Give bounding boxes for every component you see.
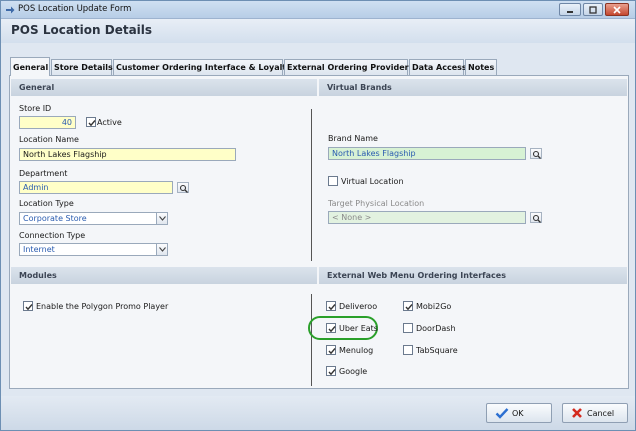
section-modules: Modules [11, 267, 317, 284]
doordash-label: DoorDash [416, 324, 456, 333]
checkmark-icon [328, 369, 336, 376]
department-lookup-button[interactable] [177, 182, 189, 193]
column-divider-top [311, 109, 312, 261]
checkmark-icon [25, 304, 33, 311]
location-name-field[interactable]: North Lakes Flagship [19, 148, 236, 161]
department-label: Department [19, 169, 68, 178]
minimize-icon [567, 10, 573, 13]
tabsquare-checkbox[interactable] [403, 345, 413, 355]
tab-customer-ordering[interactable]: Customer Ordering Interface & Loyalty [113, 59, 291, 75]
location-type-dropdown-button[interactable] [156, 212, 168, 225]
connection-type-label: Connection Type [19, 231, 86, 240]
tab-store-details[interactable]: Store Details [51, 59, 113, 75]
brand-lookup-button[interactable] [530, 148, 542, 159]
uber-eats-checkbox[interactable] [326, 323, 336, 333]
google-checkbox[interactable] [326, 366, 336, 376]
checkmark-icon [88, 120, 96, 127]
general-tab-content: General Virtual Brands Store ID 40 Activ… [9, 75, 629, 389]
tab-data-access[interactable]: Data Access [409, 59, 467, 75]
tabsquare-label: TabSquare [416, 346, 458, 355]
cancel-button[interactable]: Cancel [562, 403, 628, 423]
column-divider-bottom [311, 294, 312, 386]
deliveroo-checkbox[interactable] [326, 301, 336, 311]
target-physical-location-label: Target Physical Location [328, 199, 425, 208]
tab-external-ordering[interactable]: External Ordering Providers [284, 59, 413, 75]
title-bar[interactable]: POS Location Update Form [1, 1, 635, 19]
pos-location-update-window: POS Location Update Form POS Location De… [0, 0, 636, 431]
brand-name-label: Brand Name [328, 134, 378, 143]
checkmark-icon [405, 304, 413, 311]
virtual-location-checkbox[interactable] [328, 176, 338, 186]
target-physical-location-field[interactable]: < None > [328, 211, 526, 224]
menulog-label: Menulog [339, 346, 374, 355]
deliveroo-label: Deliveroo [339, 302, 378, 311]
target-location-lookup-button[interactable] [530, 212, 542, 223]
tab-general[interactable]: General [10, 57, 50, 76]
google-label: Google [339, 367, 368, 376]
close-icon [613, 5, 621, 14]
window-title: POS Location Update Form [18, 4, 132, 14]
menulog-checkbox[interactable] [326, 345, 336, 355]
active-checkbox[interactable] [86, 117, 96, 127]
tab-notes[interactable]: Notes [465, 59, 497, 75]
form-header: POS Location Details [1, 19, 635, 43]
section-general: General [11, 79, 317, 96]
doordash-checkbox[interactable] [403, 323, 413, 333]
mobi2go-label: Mobi2Go [416, 302, 452, 311]
checkmark-icon [328, 326, 336, 333]
minimize-button[interactable] [559, 3, 581, 16]
polygon-promo-label: Enable the Polygon Promo Player [36, 302, 169, 311]
active-label: Active [97, 118, 122, 127]
checkmark-icon [495, 408, 509, 419]
page-title: POS Location Details [11, 23, 153, 37]
checkmark-icon [328, 304, 336, 311]
polygon-promo-checkbox[interactable] [23, 301, 33, 311]
uber-eats-label: Uber Eats [339, 324, 378, 333]
section-virtual-brands: Virtual Brands [319, 79, 627, 96]
close-icon [572, 408, 582, 418]
maximize-button[interactable] [583, 3, 603, 16]
search-icon [179, 184, 188, 193]
connection-type-dropdown-button[interactable] [156, 243, 168, 256]
section-external-web-menu: External Web Menu Ordering Interfaces [319, 267, 627, 284]
search-icon [532, 214, 541, 223]
chevron-down-icon [159, 216, 166, 221]
store-id-field[interactable]: 40 [19, 116, 76, 129]
app-arrow-icon [5, 5, 15, 15]
ok-button[interactable]: OK [486, 403, 552, 423]
close-button[interactable] [605, 3, 629, 16]
dialog-footer: OK Cancel [1, 396, 635, 430]
location-type-select[interactable]: Corporate Store [19, 212, 164, 225]
search-icon [532, 150, 541, 159]
mobi2go-checkbox[interactable] [403, 301, 413, 311]
location-type-label: Location Type [19, 199, 74, 208]
location-name-label: Location Name [19, 135, 79, 144]
virtual-location-label: Virtual Location [341, 177, 404, 186]
store-id-label: Store ID [19, 104, 52, 113]
department-field[interactable]: Admin [19, 181, 173, 194]
checkmark-icon [328, 348, 336, 355]
connection-type-select[interactable]: Internet [19, 243, 164, 256]
maximize-icon [589, 5, 597, 14]
chevron-down-icon [159, 247, 166, 252]
brand-name-field[interactable]: North Lakes Flagship [328, 147, 526, 160]
